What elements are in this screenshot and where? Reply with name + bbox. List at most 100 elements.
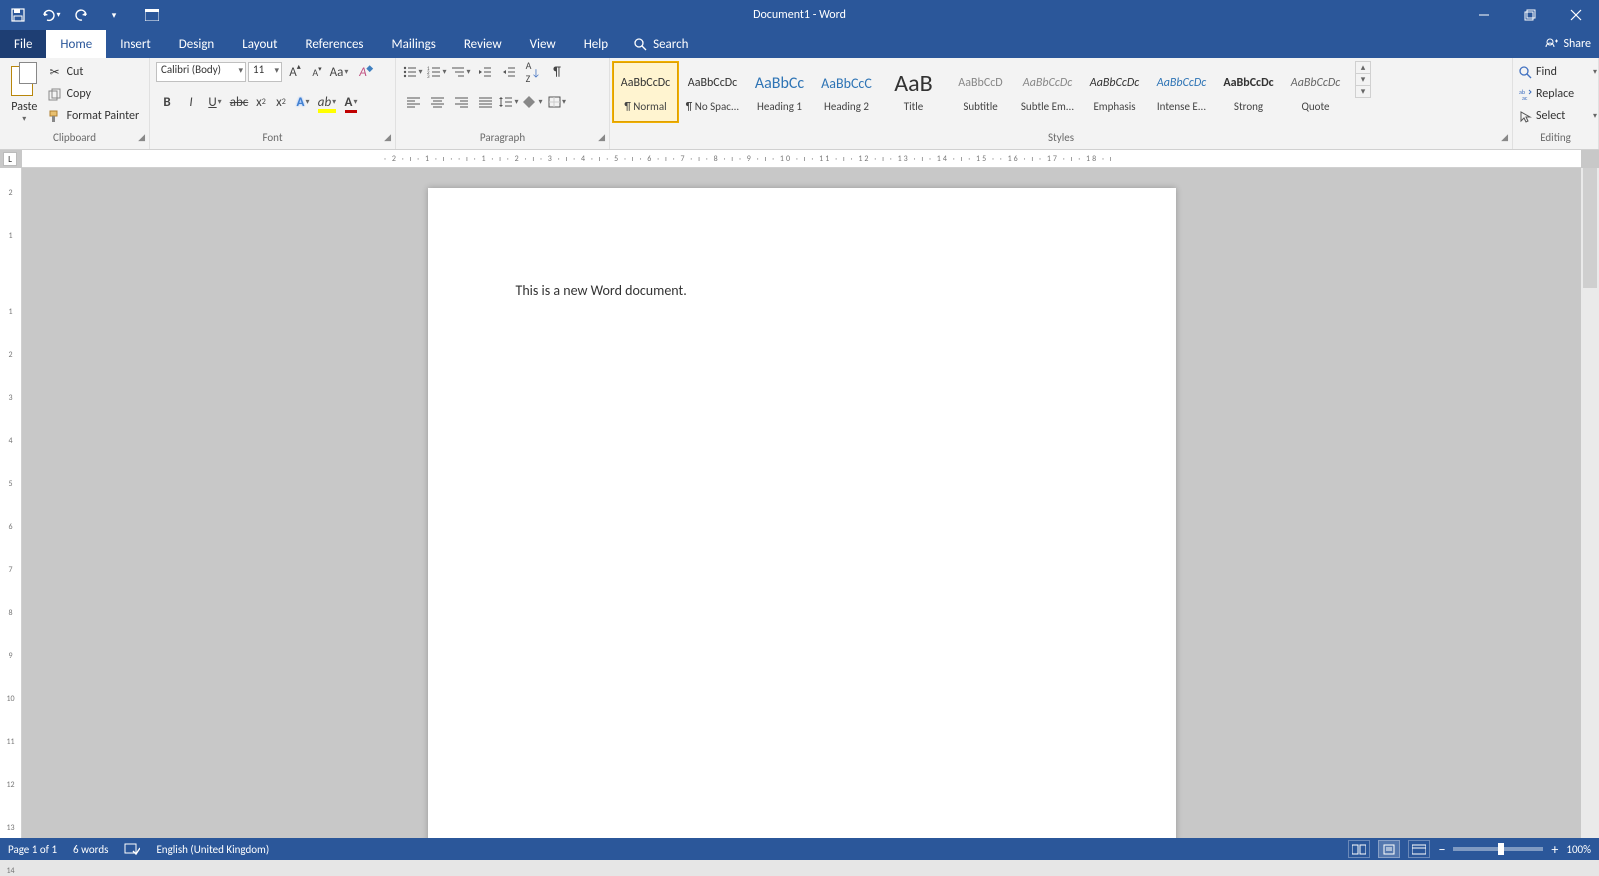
bold-button[interactable]: B bbox=[156, 92, 178, 112]
style-quote[interactable]: AaBbCcDcQuote bbox=[1282, 61, 1349, 123]
italic-button[interactable]: I bbox=[180, 92, 202, 112]
style-heading2[interactable]: AaBbCcCHeading 2 bbox=[813, 61, 880, 123]
borders-button[interactable]: ▾ bbox=[546, 92, 568, 112]
bullets-button[interactable]: ▾ bbox=[402, 62, 424, 82]
status-language[interactable]: English (United Kingdom) bbox=[156, 843, 269, 856]
font-launcher[interactable]: ◢ bbox=[384, 132, 391, 143]
close-button[interactable] bbox=[1553, 0, 1599, 30]
find-button[interactable]: Find▾ bbox=[1519, 62, 1597, 82]
maximize-button[interactable] bbox=[1507, 0, 1553, 30]
subscript-button[interactable]: x2 bbox=[252, 92, 270, 112]
shading-button[interactable]: ▾ bbox=[522, 92, 544, 112]
web-layout-button[interactable] bbox=[1408, 840, 1430, 858]
font-color-button[interactable]: A▾ bbox=[340, 92, 362, 112]
tab-view[interactable]: View bbox=[516, 30, 570, 58]
read-mode-button[interactable] bbox=[1348, 840, 1370, 858]
gallery-more-button[interactable]: ▾ bbox=[1356, 86, 1370, 97]
replace-button[interactable]: abacReplace bbox=[1519, 84, 1597, 104]
tab-mailings[interactable]: Mailings bbox=[378, 30, 450, 58]
highlight-button[interactable]: ab▾ bbox=[316, 92, 338, 112]
tab-selector[interactable]: L bbox=[3, 152, 17, 166]
save-button[interactable] bbox=[4, 1, 32, 29]
tab-home[interactable]: Home bbox=[46, 30, 106, 58]
gallery-up-button[interactable]: ▴ bbox=[1356, 62, 1370, 74]
status-words[interactable]: 6 words bbox=[73, 843, 108, 856]
numbering-button[interactable]: 123▾ bbox=[426, 62, 448, 82]
search-box[interactable]: Search bbox=[634, 30, 688, 58]
shrink-font-button[interactable]: A▾ bbox=[308, 62, 326, 82]
tab-layout[interactable]: Layout bbox=[228, 30, 291, 58]
justify-button[interactable] bbox=[474, 92, 496, 112]
style-normal[interactable]: AaBbCcDc¶ Normal bbox=[612, 61, 679, 123]
select-button[interactable]: Select▾ bbox=[1519, 106, 1597, 126]
styles-launcher[interactable]: ◢ bbox=[1501, 132, 1508, 143]
status-spellcheck-icon[interactable] bbox=[124, 842, 140, 856]
zoom-out-button[interactable]: − bbox=[1438, 841, 1445, 858]
undo-button[interactable]: ▾ bbox=[36, 1, 64, 29]
align-right-button[interactable] bbox=[450, 92, 472, 112]
style-subtle-emphasis[interactable]: AaBbCcDcSubtle Em... bbox=[1014, 61, 1081, 123]
paste-button[interactable]: Paste ▾ bbox=[6, 62, 43, 124]
group-label-font: Font◢ bbox=[150, 131, 395, 149]
grow-font-button[interactable]: A▴ bbox=[284, 62, 306, 82]
vertical-ruler[interactable]: 211234567891011121314 bbox=[0, 168, 22, 838]
cut-button[interactable]: ✂Cut bbox=[47, 62, 143, 82]
gallery-down-button[interactable]: ▾ bbox=[1356, 74, 1370, 86]
style-emphasis[interactable]: AaBbCcDcEmphasis bbox=[1081, 61, 1148, 123]
document-body-text[interactable]: This is a new Word document. bbox=[516, 282, 687, 299]
print-layout-button[interactable] bbox=[1378, 840, 1400, 858]
increase-indent-button[interactable] bbox=[498, 62, 520, 82]
scrollbar-thumb[interactable] bbox=[1583, 168, 1597, 288]
underline-button[interactable]: U▾ bbox=[204, 92, 226, 112]
zoom-level[interactable]: 100% bbox=[1566, 843, 1591, 856]
align-center-button[interactable] bbox=[426, 92, 448, 112]
strikethrough-button[interactable]: abc bbox=[228, 92, 250, 112]
change-case-button[interactable]: Aa▾ bbox=[328, 62, 350, 82]
brush-icon bbox=[47, 108, 63, 124]
style-heading1[interactable]: AaBbCcHeading 1 bbox=[746, 61, 813, 123]
tab-references[interactable]: References bbox=[292, 30, 378, 58]
status-page[interactable]: Page 1 of 1 bbox=[8, 843, 57, 856]
style-subtitle[interactable]: AaBbCcDSubtitle bbox=[947, 61, 1014, 123]
document-page[interactable]: This is a new Word document. bbox=[428, 188, 1176, 838]
multilevel-list-button[interactable]: ▾ bbox=[450, 62, 472, 82]
styles-gallery-scroll: ▴ ▾ ▾ bbox=[1355, 61, 1371, 98]
style-intense-emphasis[interactable]: AaBbCcDcIntense E... bbox=[1148, 61, 1215, 123]
tab-help[interactable]: Help bbox=[570, 30, 622, 58]
superscript-button[interactable]: x2 bbox=[272, 92, 290, 112]
vertical-scrollbar[interactable] bbox=[1581, 168, 1599, 838]
line-spacing-button[interactable]: ▾ bbox=[498, 92, 520, 112]
zoom-slider[interactable] bbox=[1453, 847, 1543, 851]
redo-button[interactable] bbox=[68, 1, 96, 29]
tab-insert[interactable]: Insert bbox=[106, 30, 165, 58]
tab-review[interactable]: Review bbox=[450, 30, 516, 58]
share-button[interactable]: Share bbox=[1545, 30, 1591, 58]
titlebar: ▾ ▾ Document1 - Word bbox=[0, 0, 1599, 30]
show-marks-button[interactable]: ¶ bbox=[546, 62, 568, 82]
horizontal-ruler[interactable]: · 2 · ı · 1 · ı · · ı · 1 · ı · 2 · ı · … bbox=[22, 150, 1581, 168]
zoom-in-button[interactable]: + bbox=[1551, 841, 1558, 858]
format-painter-button[interactable]: Format Painter bbox=[47, 106, 143, 126]
clear-formatting-button[interactable]: A◆ bbox=[352, 62, 374, 82]
decrease-indent-button[interactable] bbox=[474, 62, 496, 82]
tab-design[interactable]: Design bbox=[165, 30, 228, 58]
font-size-combo[interactable]: 11 bbox=[248, 62, 282, 82]
sort-button[interactable]: AZ↓ bbox=[522, 62, 544, 82]
select-icon bbox=[1519, 110, 1532, 123]
qat-customize-button[interactable]: ▾ bbox=[100, 1, 128, 29]
clipboard-launcher[interactable]: ◢ bbox=[138, 132, 145, 143]
tab-file[interactable]: File bbox=[0, 30, 46, 58]
ribbon-display-options[interactable] bbox=[132, 0, 172, 30]
text-effects-button[interactable]: A▾ bbox=[292, 92, 314, 112]
style-title[interactable]: AaBTitle bbox=[880, 61, 947, 123]
style-no-spacing[interactable]: AaBbCcDc¶ No Spac... bbox=[679, 61, 746, 123]
replace-icon: abac bbox=[1519, 88, 1532, 101]
align-left-button[interactable] bbox=[402, 92, 424, 112]
paragraph-launcher[interactable]: ◢ bbox=[598, 132, 605, 143]
style-strong[interactable]: AaBbCcDcStrong bbox=[1215, 61, 1282, 123]
window-title: Document1 - Word bbox=[753, 8, 846, 22]
font-name-combo[interactable]: Calibri (Body) bbox=[156, 62, 246, 82]
copy-button[interactable]: Copy bbox=[47, 84, 143, 104]
document-canvas: ˄ This is a new Word document. bbox=[22, 168, 1581, 838]
minimize-button[interactable] bbox=[1461, 0, 1507, 30]
